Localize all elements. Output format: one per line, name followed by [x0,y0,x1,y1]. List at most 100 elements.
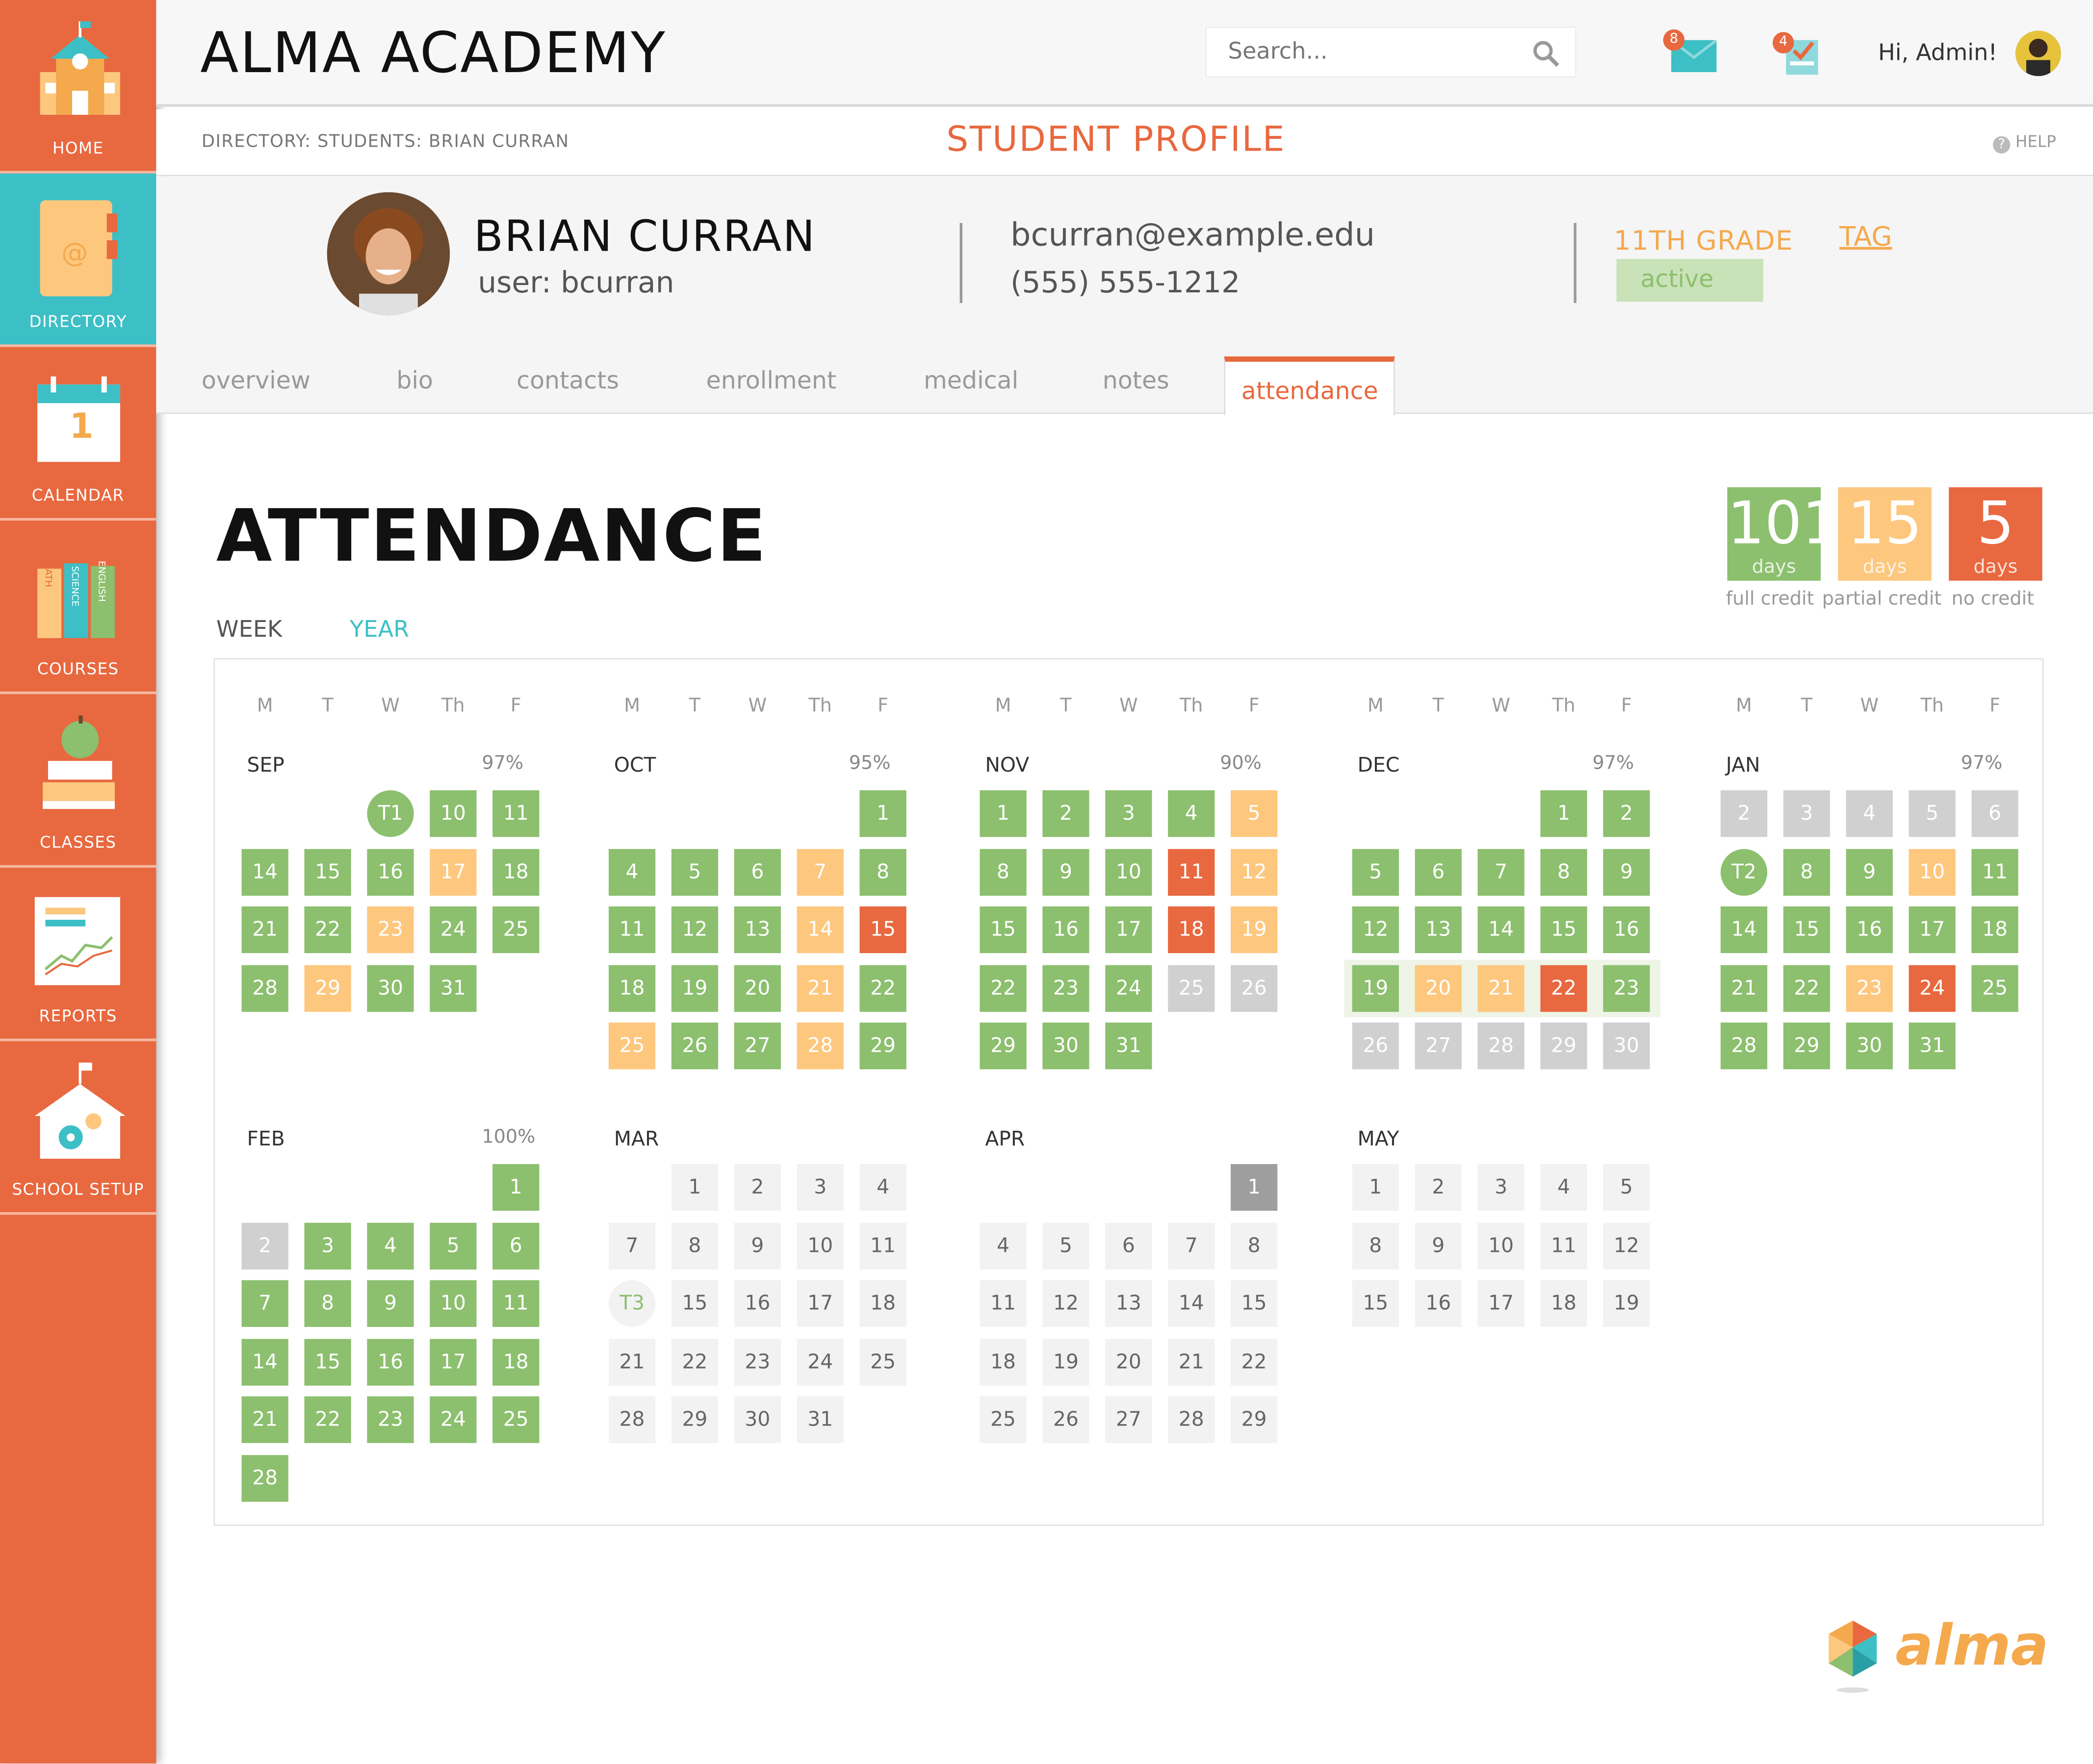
calendar-day[interactable]: 5 [1603,1164,1650,1211]
calendar-day[interactable]: 22 [980,964,1027,1012]
calendar-day[interactable]: 29 [1540,1022,1587,1069]
calendar-day[interactable]: 8 [980,848,1027,895]
calendar-day[interactable]: 16 [1042,906,1089,954]
calendar-day[interactable]: 28 [241,964,288,1012]
calendar-day[interactable]: 15 [1352,1280,1399,1327]
calendar-day[interactable]: 7 [1168,1222,1215,1269]
breadcrumb[interactable]: DIRECTORY: STUDENTS: BRIAN CURRAN [202,132,569,152]
calendar-day[interactable]: 11 [1971,848,2018,895]
sidebar-item-courses[interactable]: MATH SCIENCE ENGLISH COURSES [0,520,156,695]
calendar-day[interactable]: 17 [797,1280,844,1327]
calendar-day[interactable]: 16 [1415,1280,1462,1327]
calendar-day[interactable]: 27 [734,1022,781,1069]
calendar-day[interactable]: 23 [1603,964,1650,1012]
calendar-day[interactable]: 2 [1603,790,1650,837]
calendar-day[interactable]: 9 [1603,848,1650,895]
calendar-day[interactable]: 31 [430,964,477,1012]
calendar-day[interactable]: 26 [671,1022,719,1069]
calendar-day[interactable]: 17 [1105,906,1152,954]
calendar-day[interactable]: 22 [859,964,906,1012]
calendar-day[interactable]: 24 [797,1338,844,1385]
calendar-day[interactable]: 13 [1415,906,1462,954]
calendar-day[interactable]: 18 [859,1280,906,1327]
calendar-day[interactable]: 23 [1846,964,1893,1012]
calendar-day[interactable]: 28 [797,1022,844,1069]
calendar-day[interactable]: T1 [367,790,414,837]
calendar-day[interactable]: 11 [492,1280,540,1327]
tab-bio[interactable]: bio [396,367,433,395]
calendar-day[interactable]: 8 [304,1280,351,1327]
calendar-day[interactable]: 16 [1846,906,1893,954]
calendar-day[interactable]: 21 [1477,964,1525,1012]
calendar-day[interactable]: 29 [671,1396,719,1443]
calendar-day[interactable]: 4 [608,848,656,895]
calendar-day[interactable]: 21 [608,1338,656,1385]
tasks-button[interactable]: 4 [1772,29,1832,78]
calendar-day[interactable]: 29 [1231,1396,1278,1443]
calendar-day[interactable]: 23 [367,906,414,954]
messages-button[interactable]: 8 [1663,29,1722,78]
calendar-day[interactable]: 22 [304,906,351,954]
calendar-day[interactable]: 28 [1168,1396,1215,1443]
calendar-day[interactable]: 28 [1477,1022,1525,1069]
calendar-day[interactable]: 25 [980,1396,1027,1443]
calendar-day[interactable]: 1 [1540,790,1587,837]
calendar-day[interactable]: 23 [367,1396,414,1443]
calendar-day[interactable]: 7 [241,1280,288,1327]
calendar-day[interactable]: 10 [430,790,477,837]
calendar-day[interactable]: 1 [671,1164,719,1211]
calendar-day[interactable]: 11 [1168,848,1215,895]
calendar-day[interactable]: 1 [492,1164,540,1211]
sidebar-item-directory[interactable]: @ DIRECTORY [0,173,156,347]
calendar-day[interactable]: 7 [608,1222,656,1269]
calendar-day[interactable]: 9 [1415,1222,1462,1269]
calendar-day[interactable]: 11 [859,1222,906,1269]
calendar-day[interactable]: 21 [1720,964,1768,1012]
calendar-day[interactable]: 4 [980,1222,1027,1269]
calendar-day[interactable]: 18 [492,848,540,895]
calendar-day[interactable]: 24 [1105,964,1152,1012]
calendar-day[interactable]: 29 [1783,1022,1830,1069]
calendar-day[interactable]: 14 [797,906,844,954]
calendar-day[interactable]: 8 [1540,848,1587,895]
calendar-day[interactable]: 28 [241,1454,288,1502]
calendar-day[interactable]: 11 [980,1280,1027,1327]
calendar-day[interactable]: 9 [367,1280,414,1327]
calendar-day[interactable]: 14 [241,1338,288,1385]
calendar-day[interactable]: 9 [1846,848,1893,895]
calendar-day[interactable]: 19 [671,964,719,1012]
calendar-day[interactable]: 13 [1105,1280,1152,1327]
calendar-day[interactable]: 30 [734,1396,781,1443]
calendar-day[interactable]: 12 [671,906,719,954]
calendar-day[interactable]: 31 [1105,1022,1152,1069]
calendar-day[interactable]: 2 [241,1222,288,1269]
search-icon[interactable] [1530,37,1562,69]
calendar-day[interactable]: 22 [1783,964,1830,1012]
sidebar-item-reports[interactable]: REPORTS [0,868,156,1041]
calendar-day[interactable]: 15 [671,1280,719,1327]
calendar-day[interactable]: 18 [1168,906,1215,954]
calendar-day[interactable]: 26 [1352,1022,1399,1069]
calendar-day[interactable]: 23 [734,1338,781,1385]
tab-contacts[interactable]: contacts [517,367,619,395]
calendar-day[interactable]: 6 [1971,790,2018,837]
calendar-day[interactable]: 3 [797,1164,844,1211]
calendar-day[interactable]: T3 [608,1280,656,1327]
calendar-day[interactable]: 28 [1720,1022,1768,1069]
calendar-day[interactable]: 19 [1042,1338,1089,1385]
calendar-day[interactable]: 2 [1720,790,1768,837]
calendar-day[interactable]: 7 [797,848,844,895]
calendar-day[interactable]: 15 [304,848,351,895]
calendar-day[interactable]: 9 [734,1222,781,1269]
calendar-day[interactable]: 31 [1909,1022,1956,1069]
calendar-day[interactable]: 15 [1783,906,1830,954]
calendar-day[interactable]: 19 [1352,964,1399,1012]
calendar-day[interactable]: 4 [367,1222,414,1269]
calendar-day[interactable]: 11 [492,790,540,837]
calendar-day[interactable]: 2 [1042,790,1089,837]
calendar-day[interactable]: 21 [241,906,288,954]
calendar-day[interactable]: 14 [1720,906,1768,954]
calendar-day[interactable]: 20 [1105,1338,1152,1385]
calendar-day[interactable]: 11 [608,906,656,954]
calendar-day[interactable]: 19 [1603,1280,1650,1327]
